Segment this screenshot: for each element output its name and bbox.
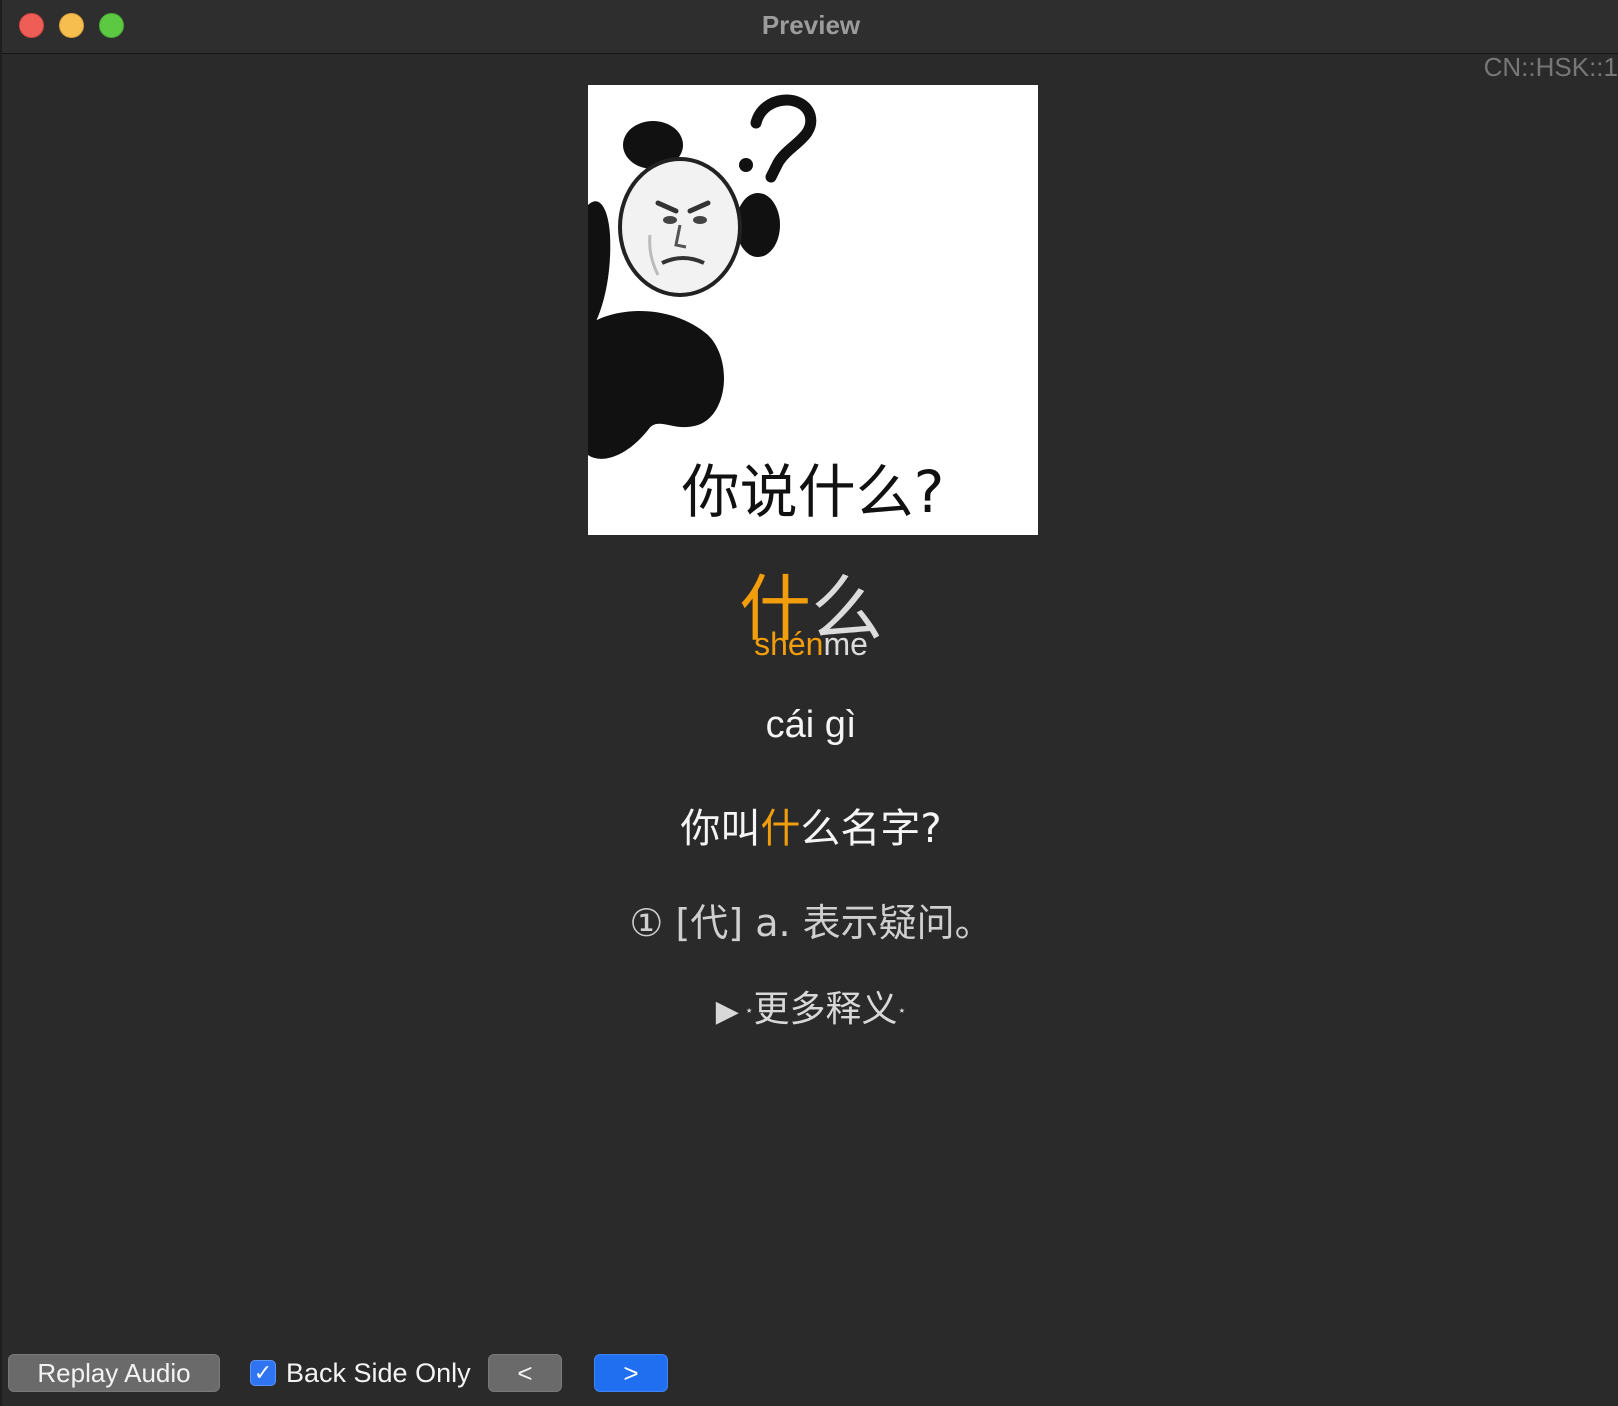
example-before: 你叫 <box>680 806 761 852</box>
example-highlight: 什 <box>760 806 801 852</box>
pinyin: shénme <box>2 626 1618 663</box>
star-icon: ⋆ <box>744 1003 754 1019</box>
pinyin-highlight: shén <box>754 626 824 662</box>
pinyin-rest: me <box>823 626 868 662</box>
card-image: 你说什么? <box>588 85 1038 535</box>
window-title: Preview <box>761 10 861 40</box>
example-sentence: 你叫什么名字? <box>2 796 1618 854</box>
definition: ① [代] a. 表示疑问。 <box>629 901 993 945</box>
next-card-button[interactable]: > <box>594 1354 668 1392</box>
checkbox-checked-icon[interactable]: ✓ <box>250 1360 276 1386</box>
example-after: 么名字? <box>800 806 942 852</box>
back-side-only-checkbox[interactable]: ✓ Back Side Only <box>250 1354 471 1392</box>
replay-audio-button[interactable]: Replay Audio <box>8 1354 220 1392</box>
image-caption: 你说什么? <box>681 458 945 526</box>
more-definitions-label: 更多释义 <box>753 989 898 1030</box>
back-side-only-label: Back Side Only <box>286 1357 471 1388</box>
preview-window: Preview CN::HSK::1 你说什么? 什么 shénme cái g… <box>0 0 1618 1406</box>
previous-card-button[interactable]: < <box>488 1354 562 1392</box>
deck-tag: CN::HSK::1 <box>1483 52 1618 82</box>
bottom-toolbar: Replay Audio ✓ Back Side Only < > <box>2 1352 1618 1406</box>
alt-reading: cái gì <box>765 704 857 746</box>
star-icon: ⋆ <box>897 1003 907 1019</box>
disclosure-triangle-icon: ▶ <box>715 994 739 1029</box>
more-definitions-toggle[interactable]: ▶ ⋆更多释义⋆ <box>2 980 1618 1032</box>
title-bar: Preview <box>2 0 1618 54</box>
